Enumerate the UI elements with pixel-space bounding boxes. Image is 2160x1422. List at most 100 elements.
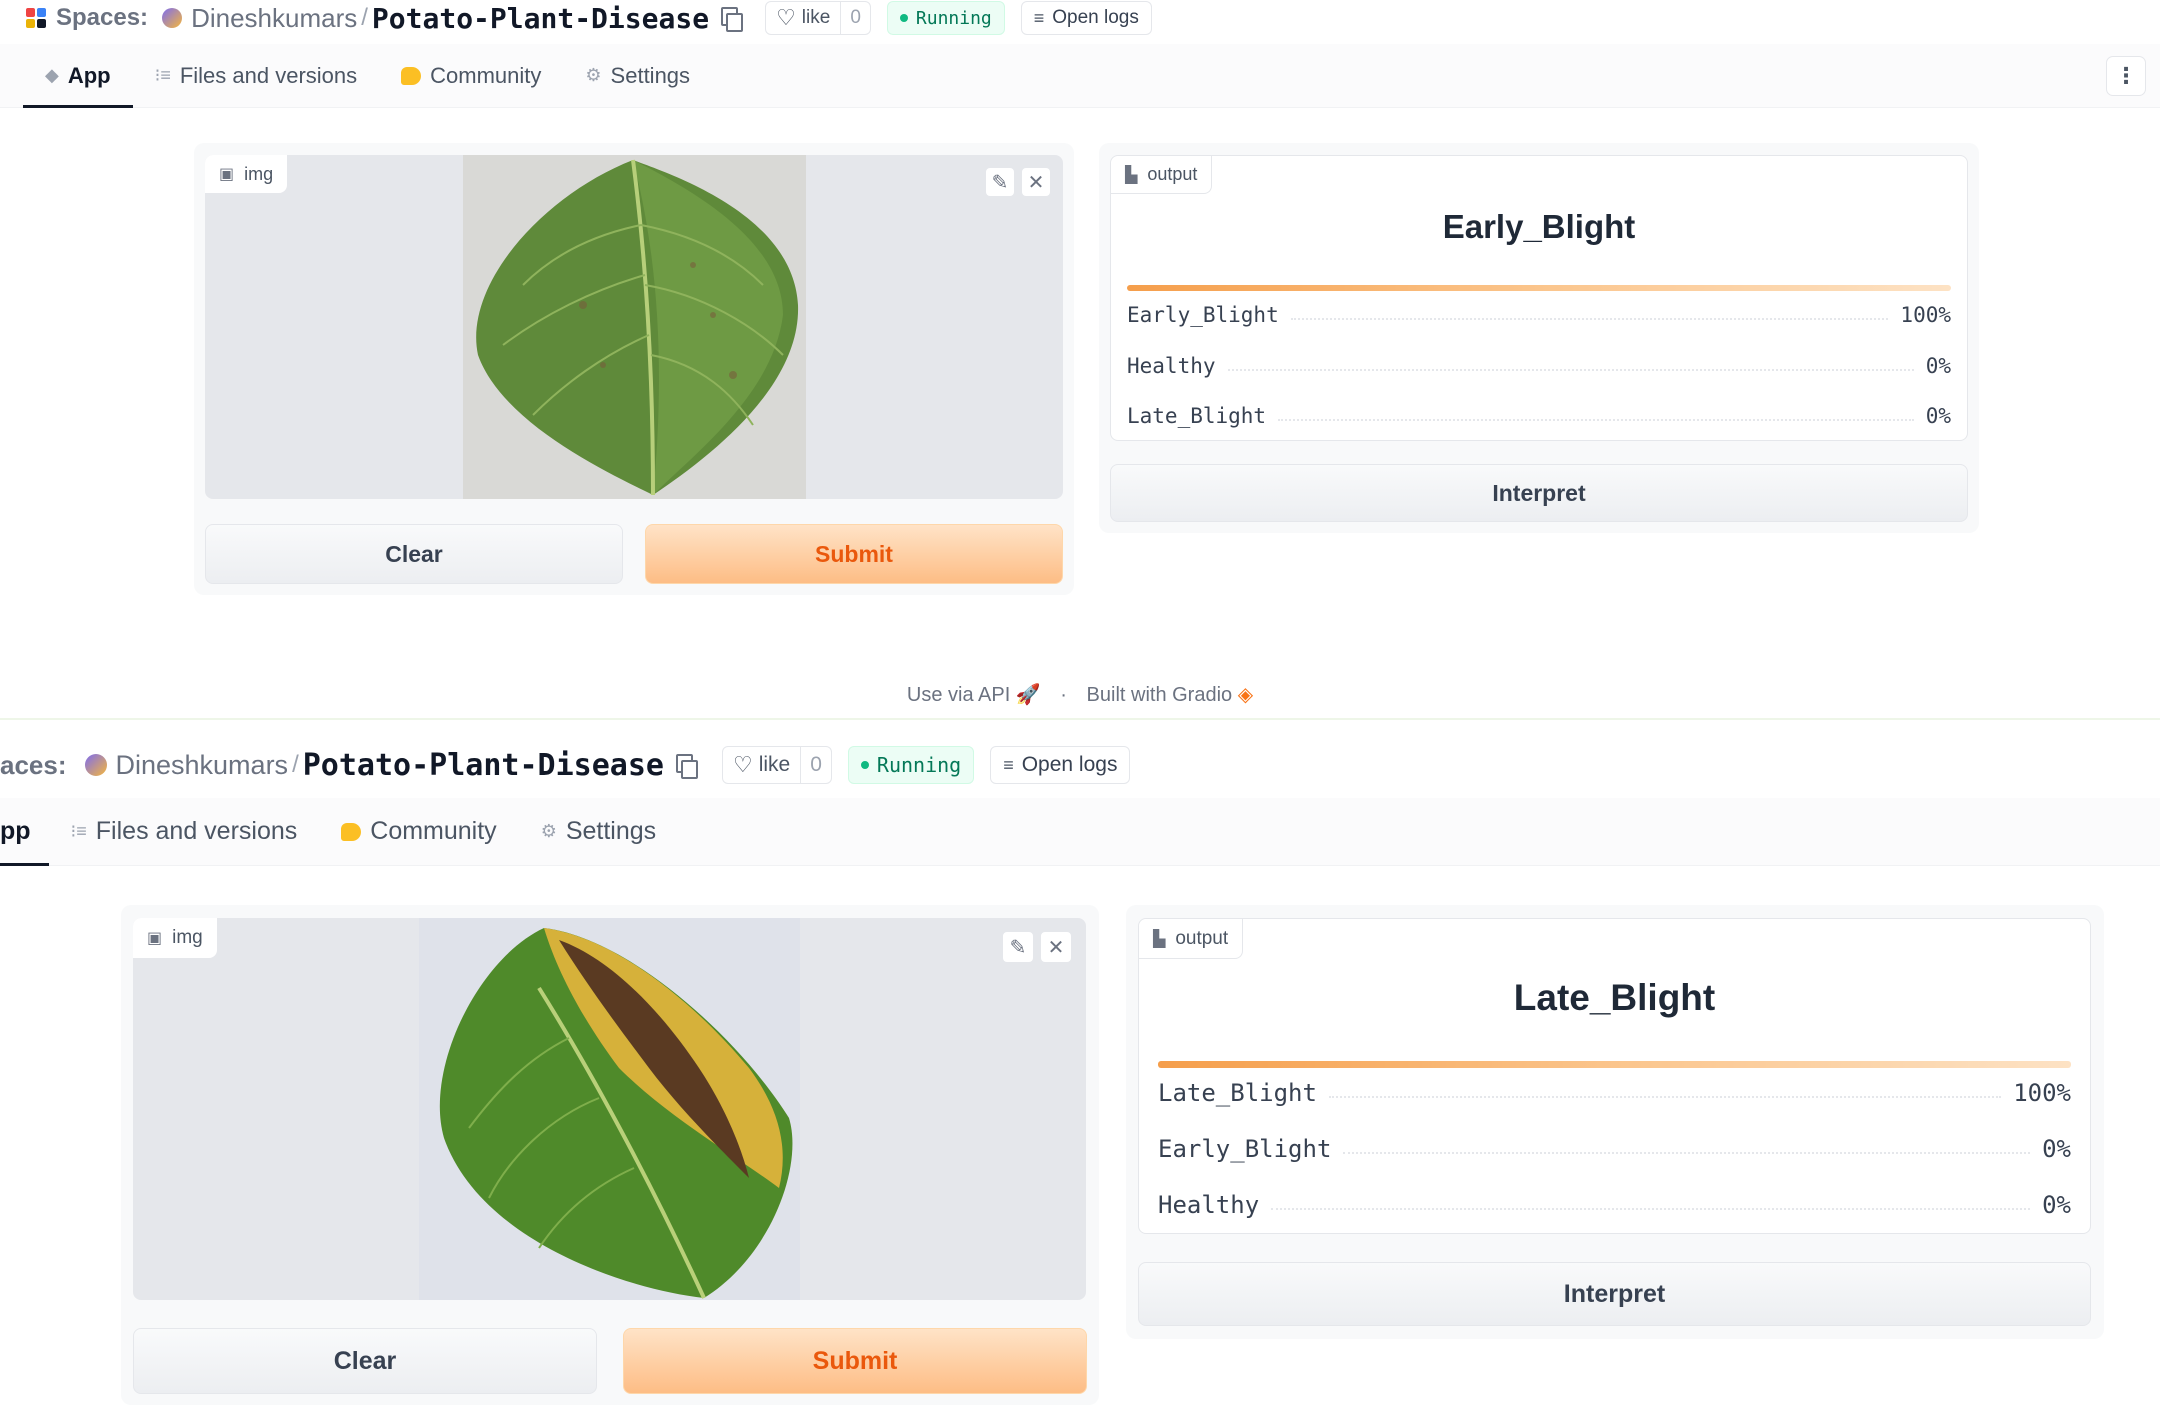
interpret-button[interactable]: Interpret bbox=[1138, 1262, 2091, 1326]
output-label: ▙ output bbox=[1111, 156, 1213, 194]
clear-button[interactable]: Clear bbox=[205, 524, 623, 584]
image-input-label: ▣ img bbox=[133, 918, 217, 958]
logs-icon: ≡ bbox=[1003, 754, 1014, 775]
label-output: ▙ output Late_Blight Late_Blight 100% Earl… bbox=[1138, 918, 2091, 1234]
tab-files-and-versions[interactable]: ⁝≡ Files and versions bbox=[49, 798, 320, 865]
confidence-row: Healthy 0% bbox=[1127, 349, 1951, 383]
copy-icon[interactable] bbox=[675, 754, 698, 779]
img-label-text: img bbox=[244, 163, 274, 184]
label-output: ▙ output Early_Blight Early_Blight 100% He… bbox=[1110, 155, 1968, 441]
status-dot-icon bbox=[899, 14, 908, 22]
tab-files-label: Files and versions bbox=[95, 817, 298, 845]
tab-settings[interactable]: ⚙ Settings bbox=[563, 44, 712, 107]
confidence-bar bbox=[1127, 285, 1951, 291]
confidence-label: Healthy bbox=[1127, 354, 1216, 378]
image-input-label: ▣ img bbox=[205, 155, 288, 193]
submit-button[interactable]: Submit bbox=[623, 1328, 1087, 1394]
confidence-value: 100% bbox=[2013, 1079, 2071, 1107]
tab-app-label: App bbox=[67, 62, 111, 88]
tab-app[interactable]: pp bbox=[0, 798, 49, 866]
like-button[interactable]: ♡ like 0 bbox=[765, 1, 871, 35]
built-with-gradio-link[interactable]: Built with Gradio ◈ bbox=[1087, 684, 1254, 706]
tab-community[interactable]: Community bbox=[319, 798, 518, 865]
close-icon[interactable]: ✕ bbox=[1040, 931, 1072, 963]
like-count[interactable]: 0 bbox=[840, 2, 870, 34]
open-logs-button[interactable]: ≡ Open logs bbox=[1020, 1, 1152, 35]
predicted-label: Late_Blight bbox=[1513, 977, 1716, 1018]
image-input[interactable]: ▣ img ✎ ✕ bbox=[133, 918, 1086, 1300]
tab-community[interactable]: Community bbox=[379, 44, 563, 107]
copy-icon[interactable] bbox=[721, 7, 744, 32]
close-icon[interactable]: ✕ bbox=[1021, 167, 1051, 197]
confidence-value: 0% bbox=[2042, 1191, 2071, 1219]
hf-logo-icon[interactable] bbox=[26, 8, 46, 28]
output-label-text: output bbox=[1175, 927, 1229, 949]
confidence-row: Early_Blight 100% bbox=[1127, 298, 1951, 332]
tab-settings-label: Settings bbox=[610, 62, 691, 88]
heart-icon: ♡ bbox=[732, 752, 753, 777]
confidence-row: Early_Blight 0% bbox=[1158, 1129, 2071, 1169]
like-button[interactable]: ♡ like 0 bbox=[721, 746, 832, 784]
tab-files-and-versions[interactable]: ⁝≡ Files and versions bbox=[133, 44, 380, 107]
owner-link[interactable]: Dineshkumars bbox=[191, 3, 357, 34]
path-separator: / bbox=[292, 751, 299, 778]
edit-icon[interactable]: ✎ bbox=[1002, 931, 1034, 963]
output-label: ▙ output bbox=[1139, 919, 1244, 959]
built-label: Built with Gradio bbox=[1086, 684, 1233, 706]
confidence-value: 0% bbox=[1925, 354, 1951, 378]
tab-files-label: Files and versions bbox=[179, 62, 358, 88]
space-header: aces: Dineshkumars / Potato-Plant-Diseas… bbox=[0, 742, 2160, 788]
clear-button[interactable]: Clear bbox=[133, 1328, 597, 1394]
owner-link[interactable]: Dineshkumars bbox=[116, 750, 289, 781]
repo-name[interactable]: Potato-Plant-Disease bbox=[372, 2, 709, 35]
confidence-bar bbox=[1158, 1061, 2071, 1068]
owner-avatar bbox=[84, 754, 107, 776]
tab-community-label: Community bbox=[430, 62, 542, 88]
use-via-api-link[interactable]: Use via API 🚀 bbox=[907, 684, 1041, 706]
confidence-row: Healthy 0% bbox=[1158, 1185, 2071, 1225]
tab-settings[interactable]: ⚙ Settings bbox=[519, 798, 678, 865]
tab-app[interactable]: ◆ App bbox=[23, 44, 133, 108]
gear-icon: ⚙ bbox=[585, 65, 602, 85]
image-icon: ▣ bbox=[147, 930, 163, 947]
repo-name[interactable]: Potato-Plant-Disease bbox=[303, 748, 664, 783]
confidence-label: Late_Blight bbox=[1158, 1079, 1317, 1107]
confidence-row: Late_Blight 0% bbox=[1127, 399, 1951, 433]
like-label: like bbox=[801, 7, 831, 28]
spaces-label[interactable]: Spaces: bbox=[56, 4, 148, 32]
space-header: Spaces: Dineshkumars / Potato-Plant-Dise… bbox=[0, 0, 2160, 40]
files-icon: ⁝≡ bbox=[154, 65, 171, 85]
footer: Use via API 🚀 · Built with Gradio ◈ bbox=[0, 682, 2160, 707]
spaces-label[interactable]: aces: bbox=[0, 750, 67, 781]
confidence-label: Late_Blight bbox=[1127, 404, 1267, 428]
confidence-value: 0% bbox=[2042, 1135, 2071, 1163]
uploaded-leaf-image bbox=[419, 918, 800, 1300]
status-badge[interactable]: Running bbox=[847, 746, 975, 784]
open-logs-label: Open logs bbox=[1021, 753, 1118, 776]
footer-separator: · bbox=[1060, 684, 1067, 706]
edit-icon[interactable]: ✎ bbox=[985, 167, 1015, 197]
confidence-label: Early_Blight bbox=[1158, 1135, 1332, 1163]
open-logs-button[interactable]: ≡ Open logs bbox=[990, 746, 1131, 784]
like-count[interactable]: 0 bbox=[800, 747, 831, 783]
space-tabs: pp ⁝≡ Files and versions Community ⚙ Setti… bbox=[0, 798, 2160, 866]
image-icon: ▣ bbox=[219, 166, 235, 183]
gear-icon: ⚙ bbox=[540, 821, 557, 841]
confidence-label: Healthy bbox=[1158, 1191, 1260, 1219]
cube-icon: ◆ bbox=[45, 65, 59, 85]
logs-icon: ≡ bbox=[1033, 7, 1045, 28]
api-label: Use via API bbox=[906, 684, 1011, 706]
output-label-text: output bbox=[1147, 164, 1198, 184]
owner-avatar bbox=[162, 8, 183, 28]
status-badge[interactable]: Running bbox=[886, 1, 1005, 35]
tab-community-label: Community bbox=[370, 817, 497, 845]
bar-chart-icon: ▙ bbox=[1125, 166, 1138, 184]
confidence-row: Late_Blight 100% bbox=[1158, 1073, 2071, 1113]
submit-button[interactable]: Submit bbox=[645, 524, 1063, 584]
open-logs-label: Open logs bbox=[1052, 7, 1139, 28]
interpret-button[interactable]: Interpret bbox=[1110, 464, 1968, 522]
image-input[interactable]: ▣ img ✎ ✕ bbox=[205, 155, 1063, 499]
community-icon bbox=[341, 822, 362, 841]
more-options-icon[interactable]: ⋮ bbox=[2106, 56, 2146, 96]
screenshot-divider bbox=[0, 718, 2160, 720]
